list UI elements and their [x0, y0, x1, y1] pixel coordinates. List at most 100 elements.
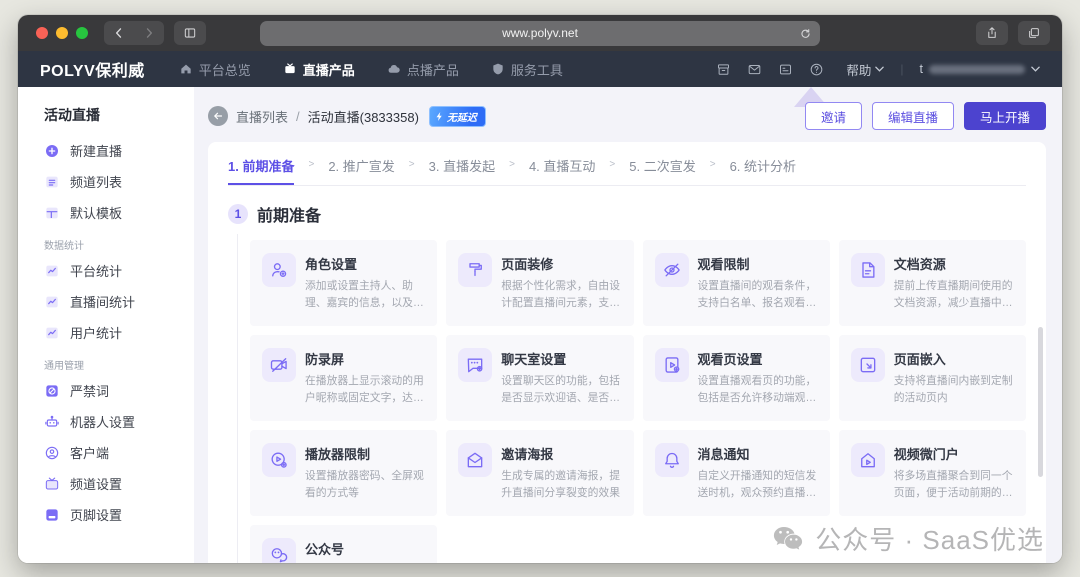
redacted-username — [929, 65, 1025, 74]
section-header: 1 前期准备 — [228, 202, 1026, 226]
traffic-lights — [36, 27, 88, 39]
template-icon — [44, 205, 60, 221]
reload-icon[interactable] — [799, 27, 812, 40]
room-stats-icon — [44, 294, 60, 310]
feature-card[interactable]: 角色设置添加或设置主持人、助理、嘉宾的信息，以及新增助... — [250, 240, 437, 326]
sidebar-item[interactable]: 严禁词 — [18, 375, 194, 406]
sidebar-item[interactable]: 客户端 — [18, 437, 194, 468]
info-circle-icon[interactable] — [809, 62, 824, 77]
scrollbar[interactable] — [1038, 327, 1043, 477]
feature-card[interactable]: 页面嵌入支持将直播间内嵌到定制的活动页内 — [839, 335, 1026, 421]
feature-card-desc: 提前上传直播期间使用的文档资源，减少直播中的失... — [894, 278, 1014, 311]
sidebar-item[interactable]: 频道列表 — [18, 166, 194, 197]
start-live-button[interactable]: 马上开播 — [964, 102, 1046, 130]
feature-card-desc: 在播放器上显示滚动的用户昵称或固定文字，达到防... — [305, 373, 425, 406]
tabs-overview-button[interactable] — [1018, 21, 1050, 45]
doc-icon — [851, 253, 885, 287]
feature-card[interactable]: 页面装修根据个性化需求，自由设计配置直播间元素，支持自... — [446, 240, 633, 326]
cloud-icon — [387, 62, 401, 76]
feature-card-title: 观看限制 — [698, 254, 818, 273]
section-title: 前期准备 — [257, 202, 321, 226]
account-menu[interactable]: t — [920, 62, 1040, 76]
feature-card[interactable]: 聊天室设置设置聊天区的功能，包括是否显示欢迎语、是否支持... — [446, 335, 633, 421]
wechat-icon — [770, 521, 806, 557]
caret-down-icon — [875, 66, 884, 72]
close-window-button[interactable] — [36, 27, 48, 39]
secondary-action-button[interactable]: 编辑直播 — [872, 102, 954, 130]
url-bar[interactable]: www.polyv.net — [260, 21, 820, 46]
nav-item[interactable]: 直播产品 — [283, 60, 355, 79]
timeline-line — [237, 234, 238, 563]
chrome-right-buttons — [966, 21, 1050, 45]
browser-chrome: www.polyv.net — [18, 15, 1062, 51]
sidebar-item[interactable]: 新建直播 — [18, 135, 194, 166]
tab[interactable]: 3. 直播发起 — [429, 156, 495, 185]
tab[interactable]: 4. 直播互动 — [529, 156, 595, 185]
minimize-window-button[interactable] — [56, 27, 68, 39]
polyv-logo[interactable]: POLYV保利威 — [40, 57, 145, 81]
tab[interactable]: 1. 前期准备 — [228, 156, 294, 185]
feature-card-title: 页面装修 — [501, 254, 621, 273]
feature-card-desc: 自定义开播通知的短信发送时机，观众预约直播后，... — [698, 468, 818, 501]
secondary-action-button[interactable]: 邀请 — [805, 102, 862, 130]
flash-icon — [435, 111, 444, 122]
nav-item[interactable]: 平台总览 — [179, 60, 251, 79]
tab[interactable]: 6. 统计分析 — [730, 156, 796, 185]
share-button[interactable] — [976, 21, 1008, 45]
step-number-badge: 1 — [228, 204, 248, 224]
breadcrumb-current: 活动直播(3833358) — [308, 107, 419, 126]
breadcrumb-parent[interactable]: 直播列表 — [236, 107, 288, 126]
step-tabs: 1. 前期准备>2. 推广宣发>3. 直播发起>4. 直播互动>5. 二次宣发>… — [228, 142, 1026, 186]
feature-card[interactable]: 观看限制设置直播间的观看条件，支持白名单、报名观看、验... — [643, 240, 830, 326]
tab[interactable]: 5. 二次宣发 — [629, 156, 695, 185]
sidebar-item[interactable]: 平台统计 — [18, 255, 194, 286]
app-body: 活动直播 新建直播频道列表默认模板数据统计平台统计直播间统计用户统计通用管理严禁… — [18, 87, 1062, 563]
poster-icon — [458, 443, 492, 477]
sidebar-item[interactable]: 频道设置 — [18, 468, 194, 499]
feature-card-title: 播放器限制 — [305, 444, 425, 463]
sidebar-toggle-icon — [183, 26, 197, 40]
tab-separator: > — [710, 159, 716, 170]
storage-box-icon[interactable] — [716, 62, 731, 77]
action-buttons: 邀请编辑直播马上开播 — [805, 102, 1046, 130]
feature-card[interactable]: 播放器限制设置播放器密码、全屏观看的方式等 — [250, 430, 437, 516]
sidebar-item[interactable]: 用户统计 — [18, 317, 194, 348]
feature-card[interactable]: 防录屏在播放器上显示滚动的用户昵称或固定文字，达到防... — [250, 335, 437, 421]
feature-card-desc: 设置直播间的观看条件，支持白名单、报名观看、验... — [698, 278, 818, 311]
share-icon — [985, 26, 999, 40]
breadcrumb-separator: / — [296, 109, 300, 124]
back-nav-icon[interactable] — [104, 21, 134, 45]
mail-icon[interactable] — [747, 62, 762, 77]
console-icon[interactable] — [778, 62, 793, 77]
channel-settings-icon — [44, 476, 60, 492]
watermark: 公众号 · SaaS优选 — [770, 520, 1044, 557]
sidebar-item[interactable]: 直播间统计 — [18, 286, 194, 317]
sidebar-item[interactable]: 页脚设置 — [18, 499, 194, 530]
nav-item[interactable]: 点播产品 — [387, 60, 459, 79]
sidebar-item[interactable]: 机器人设置 — [18, 406, 194, 437]
feature-card[interactable]: 视频微门户将多场直播聚合到同一个页面，便于活动前期的宣发... — [839, 430, 1026, 516]
nav-item[interactable]: 服务工具 — [491, 60, 563, 79]
zoom-window-button[interactable] — [76, 27, 88, 39]
feature-card-desc: 设置聊天区的功能，包括是否显示欢迎语、是否支持... — [501, 373, 621, 406]
help-menu[interactable]: 帮助 — [846, 60, 884, 79]
feature-card[interactable]: 公众号适用于直播间引流至公众号或客服，沉淀用户至私域... — [250, 525, 437, 563]
feature-card-title: 页面嵌入 — [894, 349, 1014, 368]
feature-card[interactable]: 邀请海报生成专属的邀请海报，提升直播间分享裂变的效果 — [446, 430, 633, 516]
user-stats-icon — [44, 325, 60, 341]
feature-card[interactable]: 观看页设置设置直播观看页的功能，包括是否允许移动端观看等 — [643, 335, 830, 421]
feature-card[interactable]: 文档资源提前上传直播期间使用的文档资源，减少直播中的失... — [839, 240, 1026, 326]
home-icon — [179, 62, 193, 76]
back-button[interactable] — [208, 106, 228, 126]
tab[interactable]: 2. 推广宣发 — [328, 156, 394, 185]
navbar-divider: | — [900, 62, 903, 76]
forward-nav-icon[interactable] — [134, 21, 164, 45]
client-icon — [44, 445, 60, 461]
feature-card[interactable]: 消息通知自定义开播通知的短信发送时机，观众预约直播后，... — [643, 430, 830, 516]
shield-icon — [491, 62, 505, 76]
feature-card-desc: 将多场直播聚合到同一个页面，便于活动前期的宣发... — [894, 468, 1014, 501]
tab-separator: > — [409, 159, 415, 170]
sidebar-toggle-button[interactable] — [174, 21, 206, 45]
sidebar-item[interactable]: 默认模板 — [18, 197, 194, 228]
tab-separator: > — [509, 159, 515, 170]
